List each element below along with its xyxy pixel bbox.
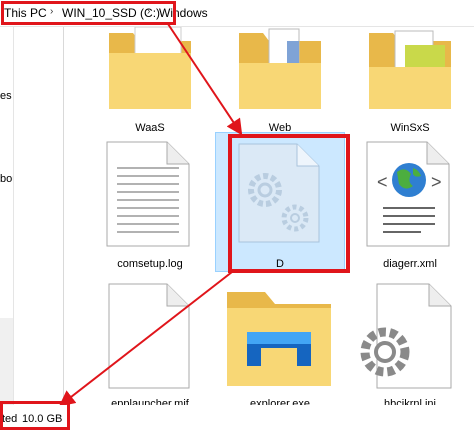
arrow-to-status-bar (58, 271, 233, 407)
status-bar: ted 10.0 GB (0, 405, 474, 430)
arrow-to-d-icon (167, 23, 243, 136)
status-highlight-box (0, 401, 70, 430)
callout-arrows (58, 23, 243, 407)
